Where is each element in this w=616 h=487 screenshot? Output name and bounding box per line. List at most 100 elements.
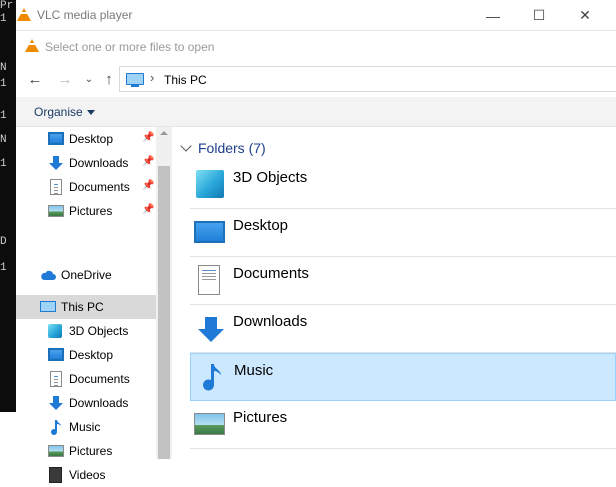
recent-locations-button[interactable]: ⌄ [79,69,99,89]
window-title: VLC media player [37,8,133,22]
nav-item-desktop[interactable]: Desktop 📌 [16,127,156,151]
background-console: Pr 1 N 1 1 N 1 D 1 [0,0,16,412]
up-button[interactable]: ↑ [99,69,119,89]
nav-item-label: 3D Objects [69,324,129,338]
organise-menu-button[interactable]: Organise [34,105,95,119]
folder-name: Desktop [233,217,289,234]
console-line: 1 [0,158,7,170]
nav-item-label: Downloads [69,156,129,170]
pin-icon: 📌 [142,180,155,191]
folder-item-downloads[interactable]: Downloads [190,305,616,353]
console-line: N [0,62,7,74]
organise-label: Organise [34,105,83,119]
nav-item-label: Documents [69,372,130,386]
pin-icon: 📌 [142,132,155,143]
console-line: N [0,134,7,146]
nav-item-label: Documents [69,180,130,194]
nav-item-documents-pc[interactable]: Documents [16,367,156,391]
folder-item-desktop[interactable]: Desktop [190,209,616,257]
group-header-folders[interactable]: Folders (7) [180,140,266,156]
folder-name: Pictures [233,409,288,426]
nav-item-this-pc[interactable]: This PC [16,295,156,319]
nav-item-label: OneDrive [61,268,112,282]
file-list-pane: Folders (7) 3D Objects Desktop Documents… [172,127,616,459]
desktop-icon [194,221,225,243]
dialog-title: Select one or more files to open [45,40,215,54]
nav-item-pictures-pc[interactable]: Pictures [16,439,156,463]
address-bar[interactable]: › This PC [119,66,616,92]
console-line: Pr [0,0,14,12]
breadcrumb-this-pc[interactable]: This PC [164,73,207,87]
nav-item-desktop-pc[interactable]: Desktop [16,343,156,367]
nav-item-label: Downloads [69,396,129,410]
scroll-up-arrow-icon[interactable] [160,131,168,135]
nav-item-label: Desktop [69,348,114,362]
pictures-icon [194,413,225,435]
music-icon [51,420,61,435]
pictures-icon [48,205,64,217]
nav-pane-scrollbar[interactable] [156,127,172,459]
nav-item-downloads[interactable]: Downloads 📌 [16,151,156,175]
dialog-title-bar[interactable]: Select one or more files to open [16,31,616,61]
this-pc-icon [126,73,144,87]
forward-button[interactable]: → [55,69,75,89]
nav-item-downloads-pc[interactable]: Downloads [16,391,156,415]
nav-item-label: Desktop [69,132,114,146]
navigation-pane: Desktop 📌 Downloads 📌 Documents 📌 Pictur… [16,127,172,483]
downloads-icon [198,317,224,342]
command-toolbar: Organise [16,97,616,127]
back-button[interactable]: ← [25,69,45,89]
nav-item-onedrive[interactable]: OneDrive [16,263,156,287]
console-line: D [0,236,7,248]
vlc-cone-icon [17,8,31,21]
nav-item-label: Videos [69,468,106,482]
folder-item-pictures[interactable]: Pictures [190,401,616,449]
vlc-cone-icon [25,39,39,52]
downloads-icon [49,396,63,410]
caret-down-icon [86,110,95,116]
pin-icon: 📌 [142,156,155,167]
open-file-dialog: Select one or more files to open ← → ⌄ ↑… [16,31,616,483]
chevron-right-icon: › [150,70,155,85]
console-line: 1 [0,262,7,274]
this-pc-icon [40,301,56,312]
navigation-bar: ← → ⌄ ↑ › This PC [16,61,616,97]
folder-name: Downloads [233,313,308,330]
vlc-title-bar[interactable]: VLC media player — ☐ ✕ [16,0,616,31]
desktop-icon [48,348,64,361]
nav-item-label: Music [69,420,101,434]
nav-item-documents[interactable]: Documents 📌 [16,175,156,199]
documents-icon [198,265,220,295]
minimize-button[interactable]: — [470,0,516,31]
nav-item-pictures[interactable]: Pictures 📌 [16,199,156,223]
nav-item-3d-objects[interactable]: 3D Objects [16,319,156,343]
folder-name: 3D Objects [233,169,308,186]
chevron-down-icon [180,140,192,152]
pin-icon: 📌 [142,204,155,215]
3d-objects-icon [48,324,62,338]
nav-item-label: Pictures [69,444,113,458]
console-line: 1 [0,13,7,25]
folder-item-music[interactable]: Music [190,353,616,401]
nav-item-label: This PC [61,300,104,314]
close-button[interactable]: ✕ [562,0,608,31]
scrollbar-thumb[interactable] [158,166,170,459]
folder-name: Documents [233,265,309,282]
folder-item-3d-objects[interactable]: 3D Objects [190,161,616,209]
nav-item-videos[interactable]: Videos [16,463,156,487]
documents-icon [50,371,62,387]
downloads-icon [49,156,63,170]
desktop-icon [48,132,64,145]
documents-icon [50,179,62,195]
pictures-icon [48,445,64,457]
maximize-button[interactable]: ☐ [516,0,562,31]
folder-name: Music [234,362,274,379]
3d-objects-icon [196,170,224,198]
console-line: 1 [0,78,7,90]
onedrive-cloud-icon [41,270,56,280]
group-header-label: Folders (7) [198,140,266,156]
folder-item-documents[interactable]: Documents [190,257,616,305]
nav-item-music[interactable]: Music [16,415,156,439]
console-line: 1 [0,110,7,122]
videos-icon [49,467,62,483]
